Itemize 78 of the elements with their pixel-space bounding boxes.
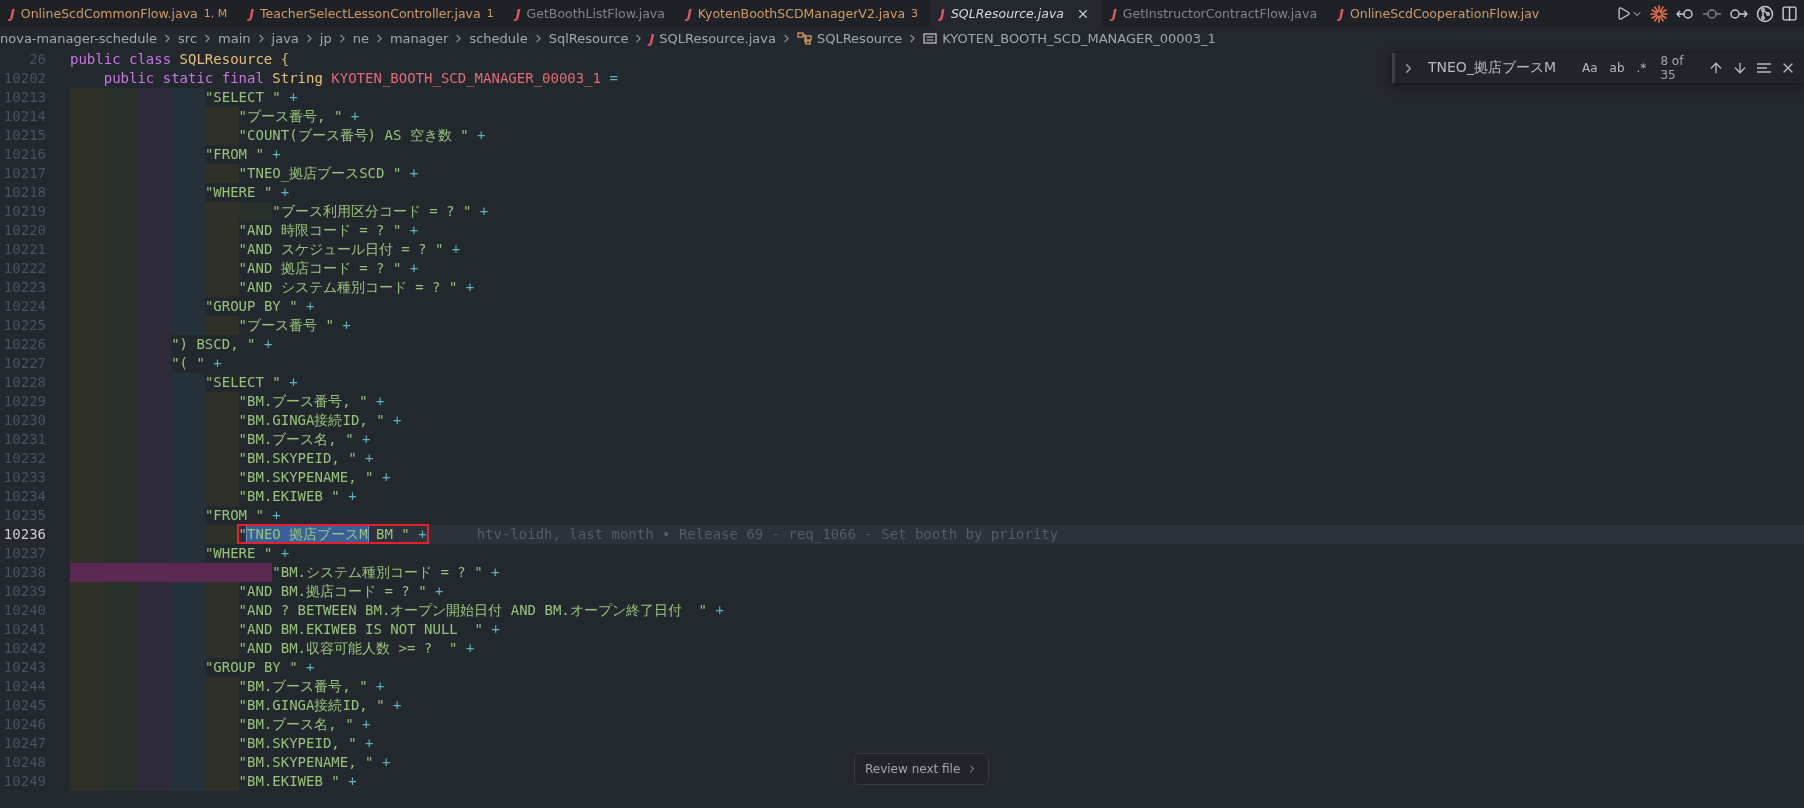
- code-line: "AND スケジュール日付 = ? " +: [238, 240, 461, 259]
- code-line: "ブース利用区分コード = ? " +: [272, 202, 489, 221]
- code-line: "GROUP BY " +: [204, 297, 315, 316]
- code-line: "AND 時限コード = ? " +: [238, 221, 419, 240]
- java-file-icon: J: [10, 6, 15, 21]
- java-file-icon: J: [940, 6, 945, 21]
- class-icon: [796, 32, 812, 45]
- editor-tab[interactable]: J SQLResource.java: [930, 0, 1102, 27]
- code-line: "( " +: [171, 354, 222, 373]
- breadcrumb-item[interactable]: SQLResource: [816, 31, 903, 46]
- code-line: "SELECT " +: [204, 88, 298, 107]
- code-line: "AND BM.収容可能人数 >= ? " +: [238, 639, 475, 658]
- review-next-file-button[interactable]: Review next file: [854, 753, 990, 785]
- code-line: "AND 拠店コード = ? " +: [238, 259, 419, 278]
- breadcrumb-item[interactable]: jp: [319, 31, 332, 46]
- breadcrumb-item[interactable]: SQLResource.java: [659, 31, 776, 46]
- code-line: "AND BM.拠店コード = ? " +: [238, 582, 444, 601]
- code-line: "BM.ブース名, " +: [238, 430, 371, 449]
- code-line: "BM.システム種別コード = ? " +: [272, 563, 500, 582]
- breadcrumb-item[interactable]: KYOTEN_BOOTH_SCD_MANAGER_00003_1: [942, 31, 1216, 46]
- sunburst-icon[interactable]: [1650, 4, 1668, 23]
- breadcrumb-item[interactable]: schedule: [469, 31, 528, 46]
- code-line: "BM.EKIWEB " +: [238, 487, 357, 506]
- find-option-toggle[interactable]: .*: [1634, 60, 1649, 76]
- breadcrumb-item[interactable]: main: [218, 31, 251, 46]
- commit-icon[interactable]: [1702, 6, 1722, 21]
- find-option-toggle[interactable]: ab: [1607, 60, 1627, 76]
- java-file-icon: J: [1111, 6, 1117, 21]
- split-editor-icon[interactable]: [1781, 5, 1798, 22]
- code-line: "BM.ブース番号, " +: [238, 677, 385, 696]
- code-line: "BM.GINGA接続ID, " +: [238, 411, 402, 430]
- code-line: "GROUP BY " +: [204, 658, 315, 677]
- breadcrumb-item[interactable]: manager: [389, 31, 449, 46]
- run-debug-icon[interactable]: [1616, 6, 1643, 21]
- code-line: "BM.SKYPEID, " +: [238, 449, 374, 468]
- code-line: "BM.SKYPENAME, " +: [238, 753, 391, 772]
- line-number: 10236: [2, 525, 46, 544]
- breadcrumb-item[interactable]: nova-manager-schedule: [0, 31, 158, 46]
- java-file-icon: J: [649, 31, 655, 46]
- code-line: "AND ? BETWEEN BM.オープン開始日付 AND BM.オープン終了日付 " +: [238, 601, 724, 620]
- match-count: 8 of 35: [1660, 54, 1685, 82]
- previous-match-icon[interactable]: [1708, 60, 1724, 76]
- java-file-icon: J: [249, 6, 255, 21]
- field-icon: [923, 33, 938, 44]
- code-line: "SELECT " +: [204, 373, 298, 392]
- code-line: "BM.SKYPEID, " +: [238, 734, 374, 753]
- code-line: "ブース番号, " +: [238, 107, 360, 126]
- breadcrumb-item[interactable]: SqlResource: [548, 31, 629, 46]
- code-line: "BM.GINGA接続ID, " +: [238, 696, 402, 715]
- find-option-toggle[interactable]: Aa: [1580, 60, 1600, 76]
- code-line: "BM.ブース名, " +: [238, 715, 371, 734]
- find-input[interactable]: TNEO_拠店ブースM: [1424, 58, 1572, 78]
- java-file-icon: J: [515, 6, 521, 21]
- code-line: ") BSCD, " +: [171, 335, 273, 354]
- code-line: "WHERE " +: [204, 544, 290, 563]
- code-line: "BM.EKIWEB " +: [238, 772, 357, 791]
- java-file-icon: J: [1339, 6, 1344, 21]
- find-in-selection-icon[interactable]: [1756, 60, 1772, 76]
- code-line: public static final String KYOTEN_BOOTH_SCD_MANAGER_00003_1 =: [103, 69, 618, 88]
- breadcrumb-item[interactable]: java: [271, 31, 299, 46]
- code-line: "ブース番号 " +: [238, 316, 351, 335]
- code-line: public class SQLResource {: [70, 50, 290, 69]
- next-change-icon[interactable]: [1729, 6, 1749, 21]
- code-line: "FROM " +: [204, 145, 281, 164]
- code-line: "FROM " +: [204, 506, 281, 525]
- code-line: "WHERE " +: [204, 183, 290, 202]
- code-line: "TNEO_拠店ブースSCD " +: [238, 164, 419, 183]
- breadcrumb-item[interactable]: ne: [352, 31, 369, 46]
- previous-change-icon[interactable]: [1675, 6, 1695, 21]
- code-line: "AND BM.EKIWEB IS NOT NULL " +: [238, 620, 500, 639]
- java-file-icon: J: [686, 6, 692, 21]
- code-line: "COUNT(ブース番号) AS 空き数 " +: [238, 126, 486, 145]
- code-line: "AND システム種別コード = ? " +: [238, 278, 475, 297]
- code-line: "BM.ブース番号, " +: [238, 392, 385, 411]
- git-graph-icon[interactable]: [1756, 4, 1774, 23]
- next-match-icon[interactable]: [1732, 60, 1748, 76]
- code-line: "BM.SKYPENAME, " +: [238, 468, 391, 487]
- breadcrumb-item[interactable]: src: [178, 31, 198, 46]
